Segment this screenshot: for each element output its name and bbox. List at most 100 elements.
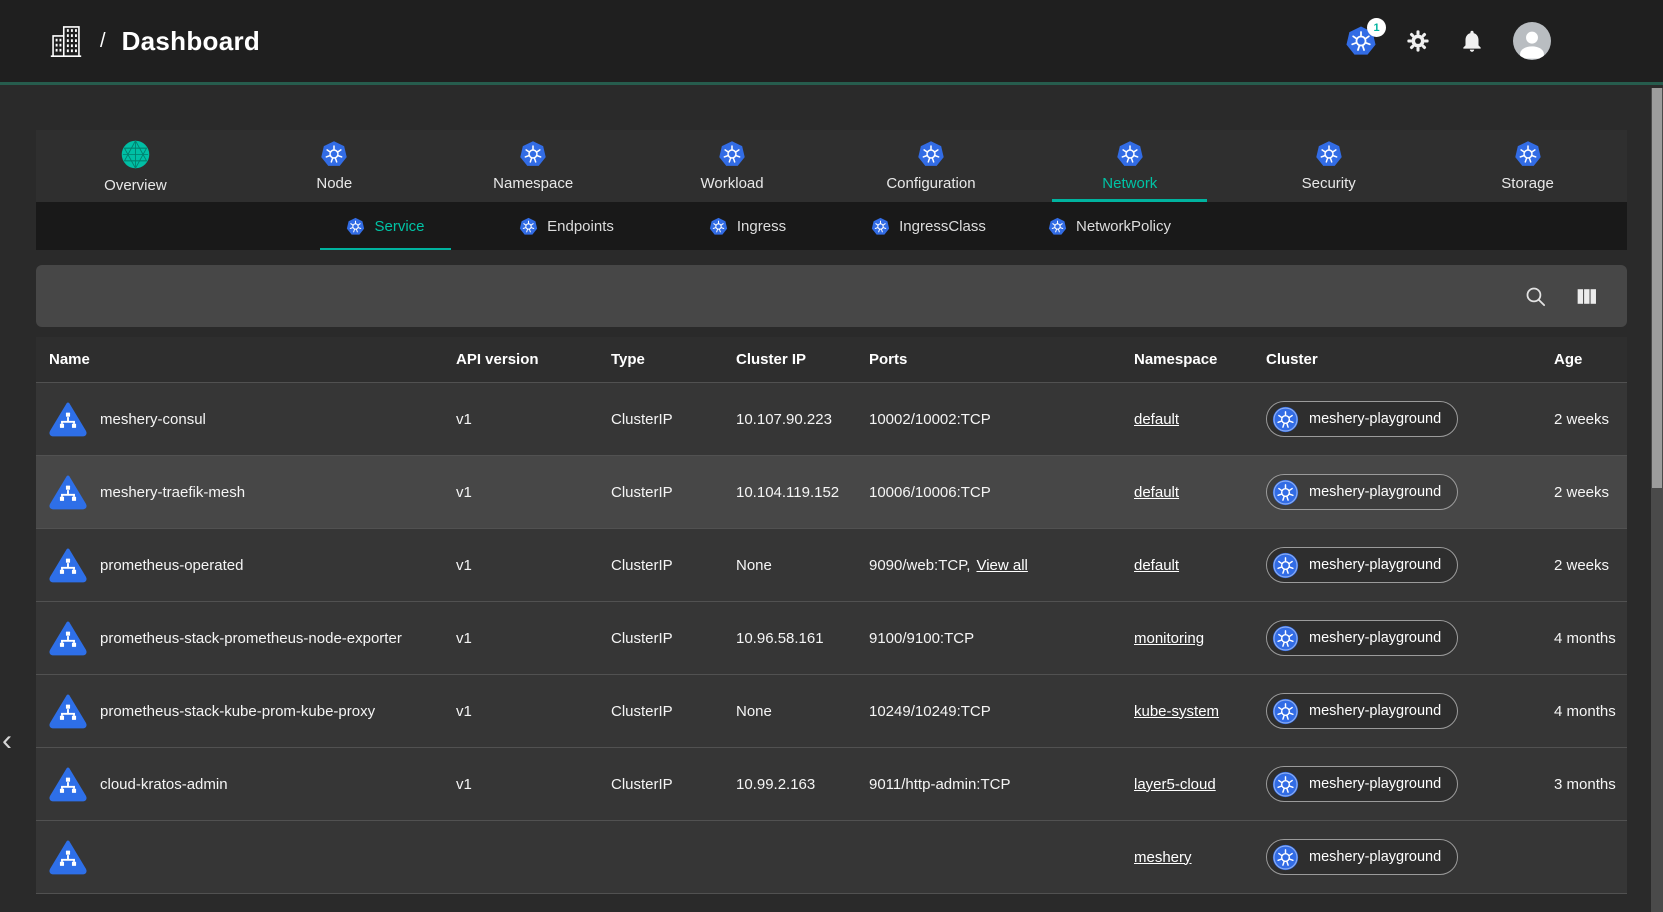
table-row[interactable]: prometheus-stack-kube-prom-kube-proxy v1… [36, 675, 1627, 748]
ports-cell: 10006/10006:TCP [869, 484, 1134, 501]
app-header: / Dashboard 1 [0, 0, 1663, 85]
table-row[interactable]: prometheus-stack-prometheus-node-exporte… [36, 602, 1627, 675]
column-header-api-version: API version [456, 351, 611, 368]
age-cell: 3 months [1506, 776, 1627, 793]
name-cell: meshery-traefik-mesh [49, 473, 456, 511]
api-version-cell: v1 [456, 557, 611, 574]
kubernetes-icon [1116, 140, 1144, 168]
sub-tab-networkpolicy[interactable]: NetworkPolicy [1019, 202, 1200, 250]
kubernetes-icon [1272, 552, 1299, 579]
table-row[interactable]: prometheus-operated v1 ClusterIP None 90… [36, 529, 1627, 602]
namespace-link[interactable]: default [1134, 411, 1179, 428]
main-tab-overview[interactable]: Overview [36, 130, 235, 202]
drawer-collapse-button[interactable]: ‹ [2, 726, 12, 756]
namespace-link[interactable]: default [1134, 484, 1179, 501]
namespace-cell: monitoring [1134, 630, 1266, 647]
cluster-cell: meshery-playground [1266, 401, 1506, 437]
service-name: prometheus-stack-prometheus-node-exporte… [100, 630, 402, 647]
sub-tab-label: Service [374, 218, 424, 235]
column-header-type: Type [611, 351, 736, 368]
cluster-chip[interactable]: meshery-playground [1266, 766, 1458, 802]
table-row[interactable]: meshery-consul v1 ClusterIP 10.107.90.22… [36, 383, 1627, 456]
cluster-chip[interactable]: meshery-playground [1266, 839, 1458, 875]
cluster-chip-label: meshery-playground [1309, 557, 1441, 573]
tab-label: Node [316, 175, 352, 192]
sub-tab-label: Ingress [737, 218, 786, 235]
scrollbar-thumb[interactable] [1652, 88, 1662, 488]
table-row[interactable]: cloud-kratos-admin v1 ClusterIP 10.99.2.… [36, 748, 1627, 821]
namespace-link[interactable]: meshery [1134, 849, 1192, 866]
vertical-scrollbar[interactable] [1651, 88, 1663, 912]
type-cell: ClusterIP [611, 776, 736, 793]
service-icon [49, 473, 87, 511]
table-row[interactable]: meshery meshery-playground [36, 821, 1627, 894]
organization-icon[interactable] [48, 23, 84, 59]
age-cell: 4 months [1506, 630, 1627, 647]
cluster-cell: meshery-playground [1266, 547, 1506, 583]
cluster-chip[interactable]: meshery-playground [1266, 547, 1458, 583]
sub-tab-ingress[interactable]: Ingress [657, 202, 838, 250]
kubernetes-context-button[interactable]: 1 [1345, 25, 1377, 57]
namespace-link[interactable]: default [1134, 557, 1179, 574]
tab-label: Network [1102, 175, 1157, 192]
type-cell: ClusterIP [611, 557, 736, 574]
cluster-chip[interactable]: meshery-playground [1266, 401, 1458, 437]
ports-cell: 9011/http-admin:TCP [869, 776, 1134, 793]
ports-cell: 10249/10249:TCP [869, 703, 1134, 720]
search-icon[interactable] [1523, 284, 1548, 309]
sub-tab-service[interactable]: Service [295, 202, 476, 250]
cluster-chip[interactable]: meshery-playground [1266, 693, 1458, 729]
namespace-cell: meshery [1134, 849, 1266, 866]
namespace-cell: default [1134, 484, 1266, 501]
service-name: prometheus-stack-kube-prom-kube-proxy [100, 703, 375, 720]
cluster-chip-label: meshery-playground [1309, 484, 1441, 500]
person-icon [1515, 26, 1549, 60]
table-body: meshery-consul v1 ClusterIP 10.107.90.22… [36, 383, 1627, 894]
namespace-link[interactable]: monitoring [1134, 630, 1204, 647]
context-count-badge: 1 [1367, 18, 1386, 37]
tab-label: Namespace [493, 175, 573, 192]
main-tab-security[interactable]: Security [1229, 130, 1428, 202]
kubernetes-icon [320, 140, 348, 168]
ports-value: 10002/10002:TCP [869, 411, 991, 428]
settings-button[interactable] [1405, 28, 1431, 54]
age-cell: 2 weeks [1506, 411, 1627, 428]
main-tab-workload[interactable]: Workload [633, 130, 832, 202]
main-tab-namespace[interactable]: Namespace [434, 130, 633, 202]
sub-tab-endpoints[interactable]: Endpoints [476, 202, 657, 250]
sub-tab-label: Endpoints [547, 218, 614, 235]
table-toolbar [36, 265, 1627, 327]
view-all-ports-link[interactable]: View all [976, 557, 1027, 574]
resource-tabs-card: Overview Node Namespace Workload Configu… [36, 130, 1627, 250]
main-tab-node[interactable]: Node [235, 130, 434, 202]
name-cell: meshery-consul [49, 400, 456, 438]
main-tab-network[interactable]: Network [1030, 130, 1229, 202]
cluster-ip-cell: 10.99.2.163 [736, 776, 869, 793]
kubernetes-icon [709, 217, 728, 236]
service-name: prometheus-operated [100, 557, 243, 574]
main-tab-storage[interactable]: Storage [1428, 130, 1627, 202]
table-row[interactable]: meshery-traefik-mesh v1 ClusterIP 10.104… [36, 456, 1627, 529]
namespace-cell: default [1134, 411, 1266, 428]
notifications-button[interactable] [1459, 28, 1485, 54]
services-table: NameAPI versionTypeCluster IPPortsNamesp… [36, 337, 1627, 894]
cluster-chip[interactable]: meshery-playground [1266, 620, 1458, 656]
name-cell: prometheus-operated [49, 546, 456, 584]
user-avatar[interactable] [1513, 22, 1551, 60]
view-columns-icon[interactable] [1574, 284, 1599, 309]
ports-cell: 9100/9100:TCP [869, 630, 1134, 647]
service-icon [49, 838, 87, 876]
ports-value: 10249/10249:TCP [869, 703, 991, 720]
cluster-ip-cell: 10.104.119.152 [736, 484, 869, 501]
sub-tab-ingressclass[interactable]: IngressClass [838, 202, 1019, 250]
cluster-chip[interactable]: meshery-playground [1266, 474, 1458, 510]
kubernetes-icon [718, 140, 746, 168]
service-name: meshery-traefik-mesh [100, 484, 245, 501]
kubernetes-icon [1272, 698, 1299, 725]
namespace-link[interactable]: layer5-cloud [1134, 776, 1216, 793]
column-header-name: Name [49, 351, 456, 368]
namespace-link[interactable]: kube-system [1134, 703, 1219, 720]
sub-tab-label: NetworkPolicy [1076, 218, 1171, 235]
kubernetes-icon [1272, 406, 1299, 433]
main-tab-configuration[interactable]: Configuration [832, 130, 1031, 202]
